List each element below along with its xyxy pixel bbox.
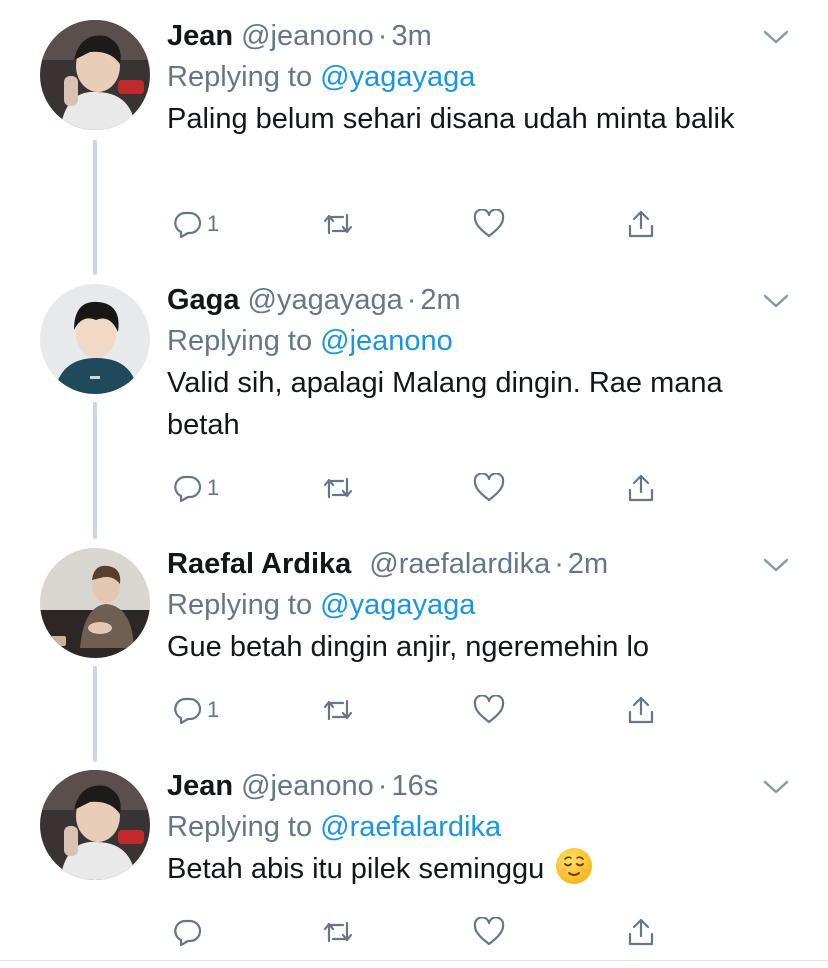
separator-dot: · (554, 548, 564, 580)
user-handle[interactable]: @raefalardika (369, 548, 550, 580)
reply-icon (174, 919, 202, 947)
replying-to-label: Replying to (167, 811, 313, 843)
reply-button[interactable]: 1 (173, 204, 219, 244)
user-handle[interactable]: @yagayaga (248, 284, 403, 316)
tweet-header: Gaga @yagayaga · 2m (167, 280, 461, 320)
divider (0, 960, 828, 961)
share-button[interactable] (625, 690, 657, 730)
share-icon (628, 918, 654, 946)
replying-to-label: Replying to (167, 325, 313, 357)
mention-link[interactable]: @jeanono (320, 325, 453, 357)
display-name[interactable]: Raefal Ardika (167, 548, 351, 580)
mention-link[interactable]: @yagayaga (320, 589, 475, 621)
user-handle[interactable]: @jeanono (241, 20, 374, 52)
tweet-actions: 1 (167, 468, 667, 508)
tweet-header: Jean @jeanono · 16s (167, 766, 438, 806)
reply-count: 1 (207, 475, 220, 500)
reply-icon (174, 697, 202, 725)
reply-button[interactable]: 1 (173, 690, 219, 730)
share-button[interactable] (625, 468, 657, 508)
reply-count: 1 (207, 211, 220, 236)
reply-count: 1 (207, 697, 220, 722)
like-icon (473, 917, 505, 946)
retweet-icon (323, 699, 353, 721)
display-name[interactable]: Jean (167, 770, 233, 802)
tweet-actions: 1 (167, 690, 667, 730)
reply-button[interactable] (173, 912, 207, 952)
like-button[interactable] (473, 468, 505, 508)
share-icon (628, 474, 654, 502)
reply-button[interactable]: 1 (173, 468, 219, 508)
retweet-button[interactable] (321, 912, 355, 952)
share-icon (628, 696, 654, 724)
relieved-face-emoji (556, 848, 593, 884)
avatar[interactable] (40, 20, 150, 130)
separator-dot: · (377, 770, 388, 802)
reply-icon (174, 211, 202, 239)
tweet-text: Paling belum sehari disana udah minta ba… (167, 103, 735, 135)
tweet-text: Valid sih, apalagi Malang dingin. Rae ma… (167, 367, 723, 441)
separator-dot: · (406, 284, 417, 316)
chevron-down-icon[interactable] (762, 24, 790, 48)
retweet-button[interactable] (321, 204, 355, 244)
timestamp[interactable]: 3m (391, 20, 431, 52)
tweet-header: Raefal Ardika @raefalardika · 2m (167, 544, 608, 584)
user-handle[interactable]: @jeanono (241, 770, 374, 802)
tweet-text: Betah abis itu pilek seminggu (167, 848, 767, 890)
replying-to: Replying to @yagayaga (167, 57, 475, 97)
tweet[interactable]: Gaga @yagayaga · 2m Replying to @jeanono Va… (0, 280, 828, 520)
avatar[interactable] (40, 284, 150, 394)
chevron-down-icon[interactable] (762, 288, 790, 312)
tweet[interactable]: Raefal Ardika @raefalardika · 2m Replying t… (0, 544, 828, 744)
replying-to: Replying to @raefalardika (167, 807, 501, 847)
reply-icon (174, 475, 202, 503)
avatar[interactable] (40, 770, 150, 880)
tweet-text: Gue betah dingin anjir, ngeremehin lo (167, 631, 650, 663)
separator-dot: · (377, 20, 388, 52)
timestamp[interactable]: 16s (391, 770, 438, 802)
mention-link[interactable]: @yagayaga (320, 61, 475, 93)
display-name[interactable]: Gaga (167, 284, 240, 316)
share-button[interactable] (625, 912, 657, 952)
replying-to: Replying to @yagayaga (167, 585, 475, 625)
share-icon (628, 210, 654, 238)
like-button[interactable] (473, 204, 505, 244)
share-button[interactable] (625, 204, 657, 244)
avatar[interactable] (40, 548, 150, 658)
timestamp[interactable]: 2m (568, 548, 608, 580)
display-name[interactable]: Jean (167, 20, 233, 52)
tweet-actions: 1 (167, 204, 667, 244)
retweet-button[interactable] (321, 690, 355, 730)
tweet-actions (167, 912, 667, 952)
tweet[interactable]: Jean @jeanono · 3m Replying to @yagayaga Pa… (0, 16, 828, 256)
tweet-header: Jean @jeanono · 3m (167, 16, 432, 56)
chevron-down-icon[interactable] (762, 552, 790, 576)
like-button[interactable] (473, 912, 505, 952)
mention-link[interactable]: @raefalardika (320, 811, 501, 843)
replying-to: Replying to @jeanono (167, 321, 453, 361)
chevron-down-icon[interactable] (762, 774, 790, 798)
tweet[interactable]: Jean @jeanono · 16s Replying to @raefalardi… (0, 766, 828, 960)
like-icon (473, 209, 505, 238)
retweet-icon (323, 477, 353, 499)
timestamp[interactable]: 2m (420, 284, 460, 316)
retweet-icon (323, 921, 353, 943)
tweet-text-content: Betah abis itu pilek seminggu (167, 853, 545, 885)
replying-to-label: Replying to (167, 589, 313, 621)
like-button[interactable] (473, 690, 505, 730)
replying-to-label: Replying to (167, 61, 313, 93)
retweet-button[interactable] (321, 468, 355, 508)
like-icon (473, 695, 505, 724)
retweet-icon (323, 213, 353, 235)
like-icon (473, 473, 505, 502)
